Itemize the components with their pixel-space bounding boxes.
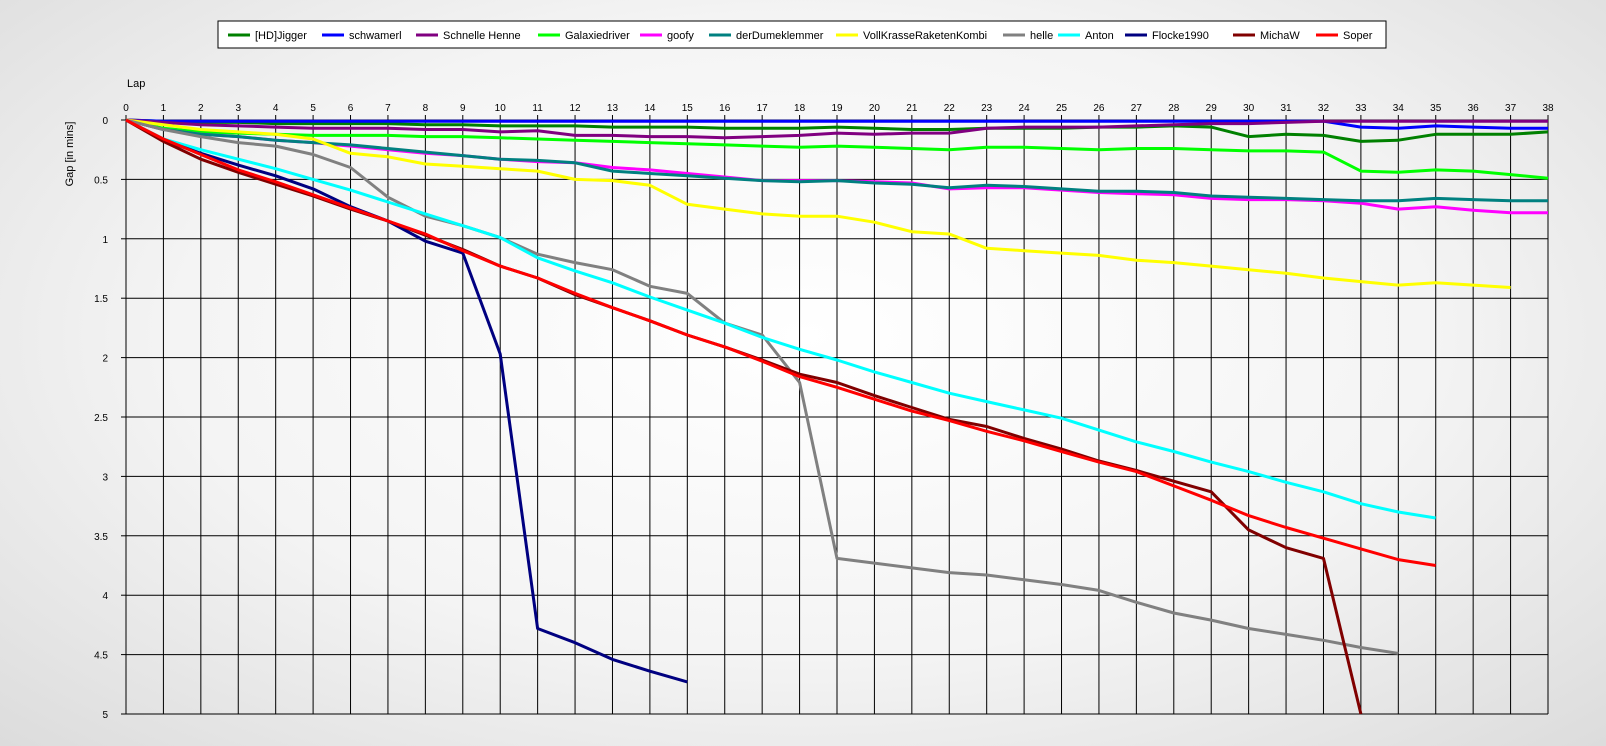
x-tick-label: 3 <box>235 103 241 114</box>
x-tick-label: 17 <box>757 103 769 114</box>
x-tick-label: 34 <box>1393 103 1405 114</box>
y-tick-label: 4.5 <box>94 651 108 662</box>
x-tick-label: 26 <box>1093 103 1105 114</box>
x-tick-label: 32 <box>1318 103 1330 114</box>
x-tick-label: 35 <box>1430 103 1442 114</box>
x-tick-label: 25 <box>1056 103 1068 114</box>
x-tick-label: 33 <box>1355 103 1367 114</box>
x-tick-label: 23 <box>981 103 993 114</box>
x-tick-label: 30 <box>1243 103 1255 114</box>
legend-entry-label: Galaxiedriver <box>565 30 630 42</box>
y-tick-label: 4 <box>102 591 108 602</box>
x-tick-label: 8 <box>423 103 429 114</box>
legend-entry-label: Soper <box>1343 30 1373 42</box>
y-tick-label: 5 <box>102 710 108 721</box>
legend-entry-label: schwamerl <box>349 30 402 42</box>
x-axis-title: Lap <box>127 78 145 90</box>
x-tick-label: 16 <box>719 103 731 114</box>
legend-entry-label: helle <box>1030 30 1053 42</box>
x-tick-label: 6 <box>348 103 354 114</box>
x-tick-label: 4 <box>273 103 279 114</box>
x-tick-label: 2 <box>198 103 204 114</box>
x-tick-label: 11 <box>532 103 543 114</box>
y-tick-labels: 0 0.5 1 1.5 2 2.5 3 3.5 4 4.5 5 <box>94 116 108 721</box>
x-tick-label: 27 <box>1131 103 1143 114</box>
x-tick-label: 22 <box>944 103 956 114</box>
legend-entry-label: goofy <box>667 30 694 42</box>
y-tick-label: 0.5 <box>94 175 108 186</box>
series-line-9 <box>125 118 688 684</box>
legend-entry-label: Anton <box>1085 30 1114 42</box>
y-tick-label: 3 <box>102 472 108 483</box>
y-tick-label: 2 <box>102 354 108 365</box>
x-tick-label: 31 <box>1280 103 1292 114</box>
y-tick-label: 2.5 <box>94 413 108 424</box>
x-tick-label: 19 <box>831 103 843 114</box>
legend-entry-label: VollKrasseRaketenKombi <box>863 30 987 42</box>
x-tick-label: 1 <box>161 103 167 114</box>
x-tick-label: 13 <box>607 103 619 114</box>
legend-entry-label: Flocke1990 <box>1152 30 1209 42</box>
y-tick-label: 0 <box>102 116 108 127</box>
y-tick-label: 3.5 <box>94 532 108 543</box>
x-tick-label: 24 <box>1019 103 1031 114</box>
legend-entry-label: derDumeklemmer <box>736 30 824 42</box>
x-tick-label: 5 <box>310 103 316 114</box>
x-tick-label: 37 <box>1505 103 1517 114</box>
x-tick-label: 21 <box>906 103 918 114</box>
x-tick-label: 38 <box>1542 103 1554 114</box>
x-tick-label: 14 <box>644 103 656 114</box>
x-tick-label: 10 <box>495 103 507 114</box>
y-tick-label: 1.5 <box>94 294 108 305</box>
x-tick-labels: 0 1 2 3 4 5 6 7 8 9 10 11 12 13 14 15 16 17 18 19 20 21 22 23 24… <box>123 103 1554 114</box>
x-tick-label: 18 <box>794 103 806 114</box>
legend-entry-label: Schnelle Henne <box>443 30 521 42</box>
legend-entry-label: [HD]Jigger <box>255 30 307 42</box>
x-tick-label: 0 <box>123 103 129 114</box>
legend: [HD]Jigger schwamerl Schnelle Henne Galaxie… <box>217 20 1387 49</box>
x-tick-label: 20 <box>869 103 881 114</box>
y-tick-label: 1 <box>102 235 108 246</box>
legend-entry-label: MichaW <box>1260 30 1300 42</box>
x-tick-label: 36 <box>1468 103 1480 114</box>
x-tick-label: 15 <box>682 103 694 114</box>
x-tick-label: 29 <box>1206 103 1218 114</box>
x-tick-label: 7 <box>385 103 391 114</box>
x-tick-label: 9 <box>460 103 466 114</box>
x-tick-label: 28 <box>1168 103 1180 114</box>
y-axis-title: Gap [in mins] <box>64 122 76 187</box>
x-tick-label: 12 <box>569 103 581 114</box>
gap-chart: 0 1 2 3 4 5 6 7 8 9 10 11 12 13 14 15 16 17 18 19 20 21 22 23 24… <box>64 20 1554 721</box>
